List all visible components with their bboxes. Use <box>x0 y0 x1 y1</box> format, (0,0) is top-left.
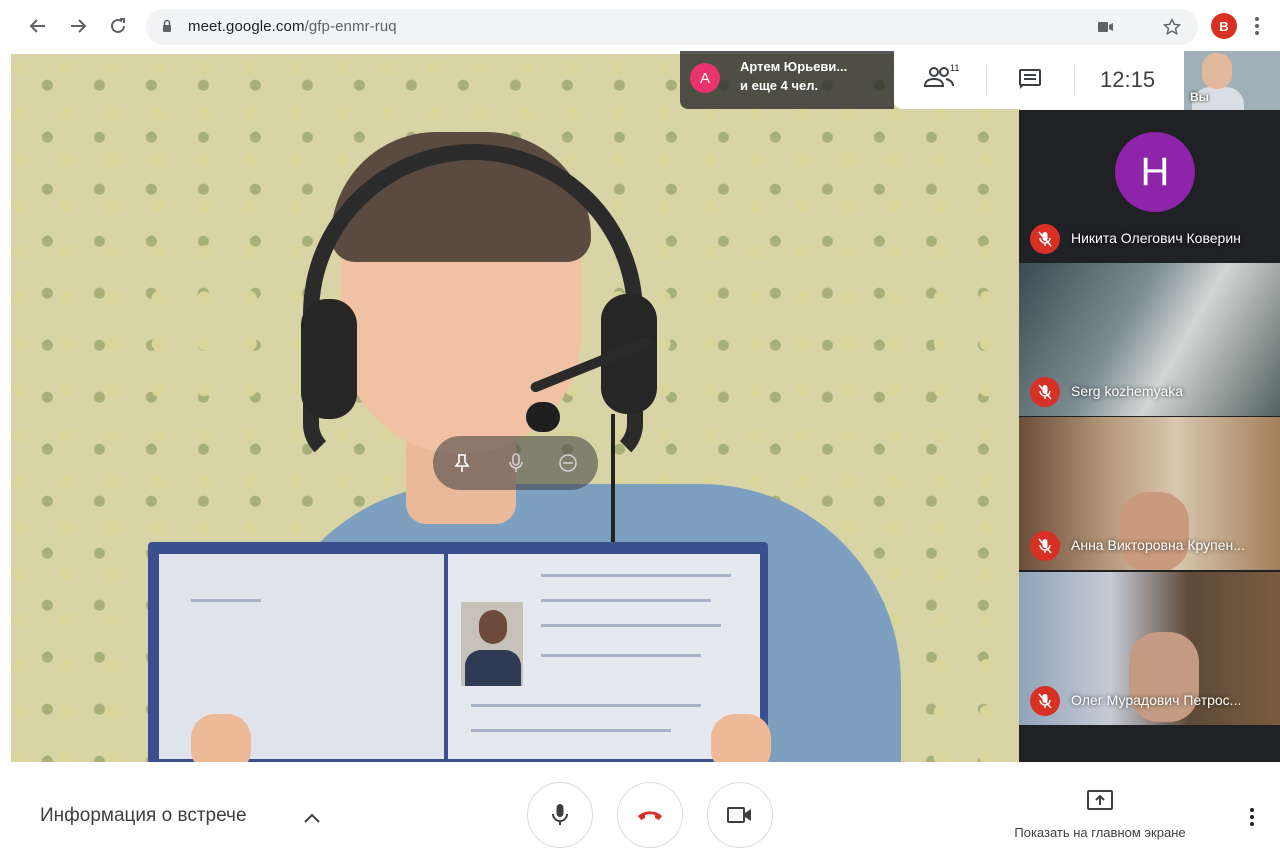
presenter-name: Артем Юрьеви... <box>740 59 848 74</box>
participant-tile[interactable]: Н Никита Олегович Коверин <box>1019 110 1280 263</box>
reload-icon[interactable] <box>106 14 130 38</box>
video-camera-icon <box>727 807 751 823</box>
participant-tile[interactable]: Олег Мурадович Петрос... <box>1019 572 1280 725</box>
address-bar[interactable]: meet.google.com/gfp-enmr-ruq <box>146 9 1198 45</box>
more-options-icon[interactable] <box>1244 804 1260 830</box>
pin-icon[interactable] <box>449 450 475 476</box>
presenter-info[interactable]: А Артем Юрьеви... и еще 4 чел. <box>680 51 894 109</box>
participant-name: Анна Викторовна Крупен... <box>1071 537 1245 553</box>
participant-tile[interactable]: Serg kozhemyaka <box>1019 263 1280 416</box>
participant-name: Олег Мурадович Петрос... <box>1071 692 1242 708</box>
self-label: Вы <box>1190 90 1209 104</box>
self-view-tile[interactable]: Вы <box>1184 51 1280 110</box>
camera-button[interactable] <box>707 782 773 848</box>
participant-tile[interactable]: Анна Викторовна Крупен... <box>1019 417 1280 570</box>
meeting-details-button[interactable]: Информация о встрече <box>40 805 247 827</box>
participant-name: Serg kozhemyaka <box>1071 383 1184 399</box>
mic-off-icon <box>1030 686 1060 716</box>
lock-icon <box>163 19 171 32</box>
hang-up-button[interactable] <box>617 782 683 848</box>
presenter-more: и еще 4 чел. <box>740 78 819 93</box>
mic-off-icon <box>1030 224 1060 254</box>
browser-menu-icon[interactable] <box>1250 14 1264 38</box>
participant-count: 11 <box>950 63 960 73</box>
chevron-up-icon[interactable] <box>300 807 324 831</box>
chat-icon[interactable] <box>1018 68 1042 92</box>
participant-avatar: Н <box>1115 132 1195 212</box>
camera-indicator-icon[interactable] <box>1096 17 1116 37</box>
meeting-clock: 12:15 <box>1100 67 1156 92</box>
present-now-label[interactable]: Показать на главном экране <box>988 825 1212 840</box>
presenter-avatar: А <box>690 63 720 93</box>
remove-icon[interactable] <box>555 450 581 476</box>
present-screen-icon[interactable] <box>1087 790 1113 812</box>
tile-mic-icon[interactable] <box>503 450 529 476</box>
microphone-icon <box>552 804 568 825</box>
main-video-tile <box>11 54 1020 762</box>
profile-avatar[interactable]: B <box>1211 13 1237 39</box>
call-controls-bar: Информация о встрече Показать на главном… <box>0 762 1280 863</box>
url-text: meet.google.com/gfp-enmr-ruq <box>188 18 397 35</box>
microphone-button[interactable] <box>527 782 593 848</box>
phone-hangup-icon <box>638 811 662 820</box>
mic-off-icon <box>1030 377 1060 407</box>
browser-toolbar: meet.google.com/gfp-enmr-ruq B <box>0 0 1280 54</box>
participant-name: Никита Олегович Коверин <box>1071 230 1241 246</box>
back-arrow-icon[interactable] <box>26 14 50 38</box>
tile-controls <box>433 436 598 490</box>
mic-off-icon <box>1030 531 1060 561</box>
meeting-info-bar: 11 12:15 <box>894 51 1184 109</box>
bookmark-star-icon[interactable] <box>1162 17 1182 37</box>
forward-arrow-icon[interactable] <box>66 14 90 38</box>
